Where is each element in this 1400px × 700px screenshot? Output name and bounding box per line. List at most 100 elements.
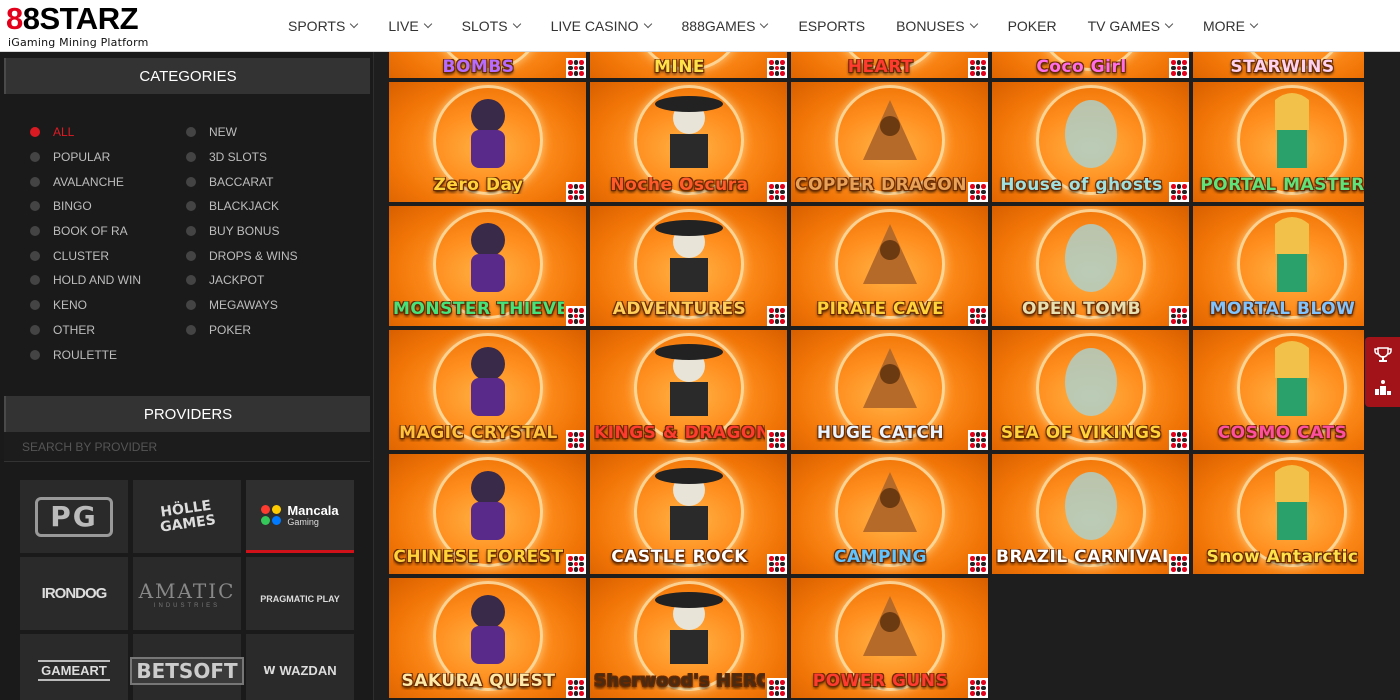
game-tile[interactable]: POWER GUNS xyxy=(791,578,988,698)
category-roulette[interactable]: ROULETTE xyxy=(30,342,180,367)
nav-sports[interactable]: SPORTS xyxy=(288,18,359,34)
game-tile[interactable]: CASTLE ROCK xyxy=(590,454,787,574)
game-tile[interactable]: SEA OF VIKINGS xyxy=(992,330,1189,450)
nav-label: 888GAMES xyxy=(681,18,756,34)
category-jackpot[interactable]: JACKPOT xyxy=(186,268,336,293)
nav-bonuses[interactable]: BONUSES xyxy=(896,18,978,34)
nav-esports[interactable]: ESPORTS xyxy=(798,18,865,34)
provider-wazdan[interactable]: W WAZDAN xyxy=(246,634,354,700)
nav-slots[interactable]: SLOTS xyxy=(462,18,521,34)
category-baccarat[interactable]: BACCARAT xyxy=(186,169,336,194)
category-keno[interactable]: KENO xyxy=(30,293,180,318)
chevron-down-icon xyxy=(969,19,978,29)
category-popular[interactable]: POPULAR xyxy=(30,145,180,170)
category-label: BINGO xyxy=(53,199,92,214)
game-title: CASTLE ROCK xyxy=(611,549,748,566)
game-tile[interactable]: CAMPING xyxy=(791,454,988,574)
category-poker[interactable]: POKER xyxy=(186,318,336,343)
provider-sub: INDUSTRIES xyxy=(153,602,221,609)
game-tile[interactable]: CHINESE FOREST xyxy=(389,454,586,574)
category-3d-slots[interactable]: 3D SLOTS xyxy=(186,145,336,170)
radio-dot-icon xyxy=(186,300,196,311)
game-tile[interactable]: OPEN TOMB xyxy=(992,206,1189,326)
radio-dot-icon xyxy=(186,324,196,335)
provider-logo: Mancala Gaming xyxy=(261,503,339,527)
provider-pragmatic[interactable]: PRAGMATIC PLAY xyxy=(246,557,354,630)
game-tile[interactable]: HEART xyxy=(791,52,988,78)
game-tile[interactable]: MINE xyxy=(590,52,787,78)
provider-irondog[interactable]: IRONDOG xyxy=(20,557,128,630)
game-tile[interactable]: ADVENTURES xyxy=(590,206,787,326)
game-tile[interactable]: Noche Oscura xyxy=(590,82,787,202)
category-book-of-ra[interactable]: BOOK OF RA xyxy=(30,219,180,244)
game-tile[interactable]: BRAZIL CARNIVAL xyxy=(992,454,1189,574)
game-tile[interactable]: Snow Antarctic xyxy=(1193,454,1364,574)
game-tile[interactable]: MAGIC CRYSTAL xyxy=(389,330,586,450)
provider-holle[interactable]: HÖLLE GAMES xyxy=(133,480,241,553)
category-label: MEGAWAYS xyxy=(209,298,278,313)
provider-badge-icon xyxy=(1169,430,1189,450)
radio-dot-icon xyxy=(186,152,196,163)
game-tile[interactable]: COPPER DRAGON xyxy=(791,82,988,202)
nav-label: MORE xyxy=(1202,18,1245,34)
game-art-icon xyxy=(863,348,917,408)
game-tile[interactable]: PIRATE CAVE xyxy=(791,206,988,326)
game-tile[interactable]: MONSTER THIEVES xyxy=(389,206,586,326)
game-tile[interactable]: Sherwood's HERO xyxy=(590,578,787,698)
nav-label: ESPORTS xyxy=(798,18,866,34)
game-tile[interactable]: MORTAL BLOW xyxy=(1193,206,1364,326)
nav-label: TV GAMES xyxy=(1087,18,1160,34)
category-drops-wins[interactable]: DROPS & WINS xyxy=(186,243,336,268)
nav-poker[interactable]: POKER xyxy=(1008,18,1057,34)
game-tile[interactable]: Zero Day xyxy=(389,82,586,202)
provider-badge-icon xyxy=(566,678,586,698)
nav-live-casino[interactable]: LIVE CASINO xyxy=(551,18,652,34)
category-label: HOLD AND WIN xyxy=(53,273,142,288)
provider-pg[interactable]: PG xyxy=(20,480,128,553)
podium-icon[interactable] xyxy=(1373,377,1393,397)
logo-tagline: iGaming Mining Platform xyxy=(8,36,149,49)
game-title: COSMO CATS xyxy=(1217,425,1348,442)
provider-search-input[interactable] xyxy=(4,432,370,461)
provider-gameart[interactable]: GAMEART xyxy=(20,634,128,700)
game-art-icon xyxy=(655,468,723,540)
nav-more[interactable]: MORE xyxy=(1202,18,1259,34)
provider-betsoft[interactable]: BETSOFT xyxy=(130,634,244,700)
brand-logo[interactable]: 88STARZ iGaming Mining Platform xyxy=(6,3,166,50)
category-avalanche[interactable]: AVALANCHE xyxy=(30,169,180,194)
game-tile[interactable]: Coco Girl xyxy=(992,52,1189,78)
category-cluster[interactable]: CLUSTER xyxy=(30,243,180,268)
category-megaways[interactable]: MEGAWAYS xyxy=(186,293,336,318)
category-other[interactable]: OTHER xyxy=(30,318,180,343)
category-blackjack[interactable]: BLACKJACK xyxy=(186,194,336,219)
category-all[interactable]: ALL xyxy=(30,120,180,145)
game-art-icon xyxy=(471,99,505,168)
game-tile[interactable]: House of ghosts xyxy=(992,82,1189,202)
provider-name: Mancala xyxy=(287,503,339,518)
game-tile[interactable]: SAKURA QUEST xyxy=(389,578,586,698)
nav-888games[interactable]: 888GAMES xyxy=(681,18,769,34)
provider-badge-icon xyxy=(968,678,988,698)
game-tile[interactable]: STARWINS xyxy=(1193,52,1364,78)
radio-dot-icon xyxy=(30,201,40,212)
game-tile[interactable]: PORTAL MASTER xyxy=(1193,82,1364,202)
category-new[interactable]: NEW xyxy=(186,120,336,145)
provider-mancala[interactable]: Mancala Gaming xyxy=(246,480,354,553)
category-bingo[interactable]: BINGO xyxy=(30,194,180,219)
category-buy-bonus[interactable]: BUY BONUS xyxy=(186,219,336,244)
game-tile[interactable]: KINGS & DRAGONS xyxy=(590,330,787,450)
category-hold-and-win[interactable]: HOLD AND WIN xyxy=(30,268,180,293)
provider-search xyxy=(4,432,370,462)
game-art-icon xyxy=(471,347,505,416)
nav-tv-games[interactable]: TV GAMES xyxy=(1087,18,1174,34)
trophy-icon[interactable] xyxy=(1373,345,1393,365)
game-tile[interactable]: COSMO CATS xyxy=(1193,330,1364,450)
top-header: 88STARZ iGaming Mining Platform SPORTS LI… xyxy=(0,0,1400,52)
game-title: MORTAL BLOW xyxy=(1209,301,1356,318)
provider-badge-icon xyxy=(566,58,586,78)
provider-logo: W WAZDAN xyxy=(263,663,336,678)
provider-amatic[interactable]: AMATIC INDUSTRIES xyxy=(133,557,241,630)
game-tile[interactable]: BOMBS xyxy=(389,52,586,78)
nav-live[interactable]: LIVE xyxy=(388,18,432,34)
game-tile[interactable]: HUGE CATCH xyxy=(791,330,988,450)
